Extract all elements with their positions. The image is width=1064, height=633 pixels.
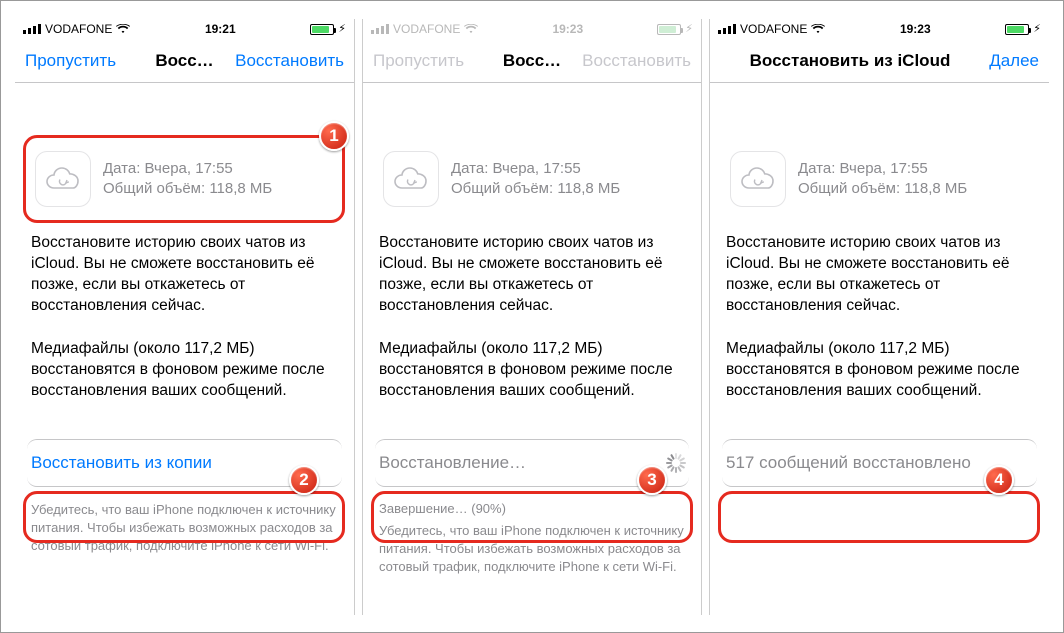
backup-date-label: Дата: Вчера, 17:55	[103, 159, 272, 179]
signal-icon	[371, 24, 389, 34]
backup-size-label: Общий объём: 118,8 МБ	[103, 179, 272, 199]
action-label: Восстановить из копии	[31, 453, 212, 473]
nav-bar: Восстановить из iCloud Далее	[710, 39, 1049, 83]
step-badge: 3	[637, 465, 667, 495]
wifi-icon	[116, 24, 130, 34]
signal-icon	[23, 24, 41, 34]
backup-size-label: Общий объём: 118,8 МБ	[798, 179, 967, 199]
carrier-label: VODAFONE	[393, 22, 460, 36]
step-badge: 4	[984, 465, 1014, 495]
backup-date-label: Дата: Вчера, 17:55	[798, 159, 967, 179]
cloud-restore-icon	[730, 151, 786, 207]
status-bar: VODAFONE 19:23 ⚡︎	[710, 19, 1049, 39]
status-bar: VODAFONE 19:23 ⚡︎	[363, 19, 701, 39]
nav-skip-button[interactable]: Пропустить	[25, 51, 116, 71]
media-description: Медиафайлы (около 117,2 МБ) восстановятс…	[363, 335, 701, 402]
cloud-restore-icon	[383, 151, 439, 207]
media-description: Медиафайлы (около 117,2 МБ) восстановятс…	[710, 335, 1049, 402]
backup-card: Дата: Вчера, 17:55Общий объём: 118,8 МБ	[27, 143, 342, 215]
clock-label: 19:23	[900, 22, 931, 36]
action-label: Восстановление…	[379, 453, 526, 473]
nav-bar: Пропустить Восс… Восстановить	[363, 39, 701, 83]
clock-label: 19:21	[205, 22, 236, 36]
status-bar: VODAFONE 19:21 ⚡︎	[15, 19, 354, 39]
battery-icon	[310, 24, 334, 35]
wifi-icon	[811, 24, 825, 34]
carrier-label: VODAFONE	[45, 22, 112, 36]
phone-screen: VODAFONE 19:23 ⚡︎ Пропустить Восс… Восстанови…	[362, 19, 702, 615]
spinner-icon	[665, 453, 685, 473]
carrier-label: VODAFONE	[740, 22, 807, 36]
cloud-restore-icon	[35, 151, 91, 207]
nav-next-button[interactable]: Далее	[989, 51, 1039, 71]
battery-icon	[657, 24, 681, 35]
media-description: Медиафайлы (около 117,2 МБ) восстановятс…	[15, 335, 354, 402]
restore-description: Восстановите историю своих чатов из iClo…	[363, 229, 701, 317]
nav-bar: Пропустить Восс… Восстановить	[15, 39, 354, 83]
signal-icon	[718, 24, 736, 34]
backup-size-label: Общий объём: 118,8 МБ	[451, 179, 620, 199]
highlight-box	[718, 491, 1040, 543]
nav-title: Восс…	[155, 51, 213, 71]
clock-label: 19:23	[552, 22, 583, 36]
backup-card: Дата: Вчера, 17:55Общий объём: 118,8 МБ	[375, 143, 689, 215]
restore-description: Восстановите историю своих чатов из iClo…	[15, 229, 354, 317]
backup-date-label: Дата: Вчера, 17:55	[451, 159, 620, 179]
nav-restore-button[interactable]: Восстановить	[582, 51, 691, 71]
charging-icon: ⚡︎	[1033, 24, 1041, 35]
charging-icon: ⚡︎	[338, 24, 346, 35]
power-wifi-note: Убедитесь, что ваш iPhone подключен к ис…	[363, 516, 701, 575]
backup-card: Дата: Вчера, 17:55Общий объём: 118,8 МБ	[722, 143, 1037, 215]
charging-icon: ⚡︎	[685, 24, 693, 35]
power-wifi-note: Убедитесь, что ваш iPhone подключен к ис…	[15, 495, 354, 554]
wifi-icon	[464, 24, 478, 34]
tutorial-canvas: VODAFONE 19:21 ⚡︎ Пропустить Восс… Восстанови…	[0, 0, 1064, 633]
nav-title: Восс…	[503, 51, 561, 71]
action-label: 517 сообщений восстановлено	[726, 453, 971, 473]
nav-restore-button[interactable]: Восстановить	[235, 51, 344, 71]
step-badge: 2	[289, 465, 319, 495]
nav-title: Восстановить из iCloud	[720, 51, 980, 71]
progress-label: Завершение… (90%)	[363, 495, 701, 516]
step-badge: 1	[319, 121, 349, 151]
phone-screen: VODAFONE 19:21 ⚡︎ Пропустить Восс… Восстанови…	[15, 19, 355, 615]
restore-description: Восстановите историю своих чатов из iClo…	[710, 229, 1049, 317]
nav-skip-button[interactable]: Пропустить	[373, 51, 464, 71]
battery-icon	[1005, 24, 1029, 35]
phone-screen: VODAFONE 19:23 ⚡︎ Восстановить из iCloud Дал…	[709, 19, 1049, 615]
phones-row: VODAFONE 19:21 ⚡︎ Пропустить Восс… Восстанови…	[1, 1, 1063, 629]
